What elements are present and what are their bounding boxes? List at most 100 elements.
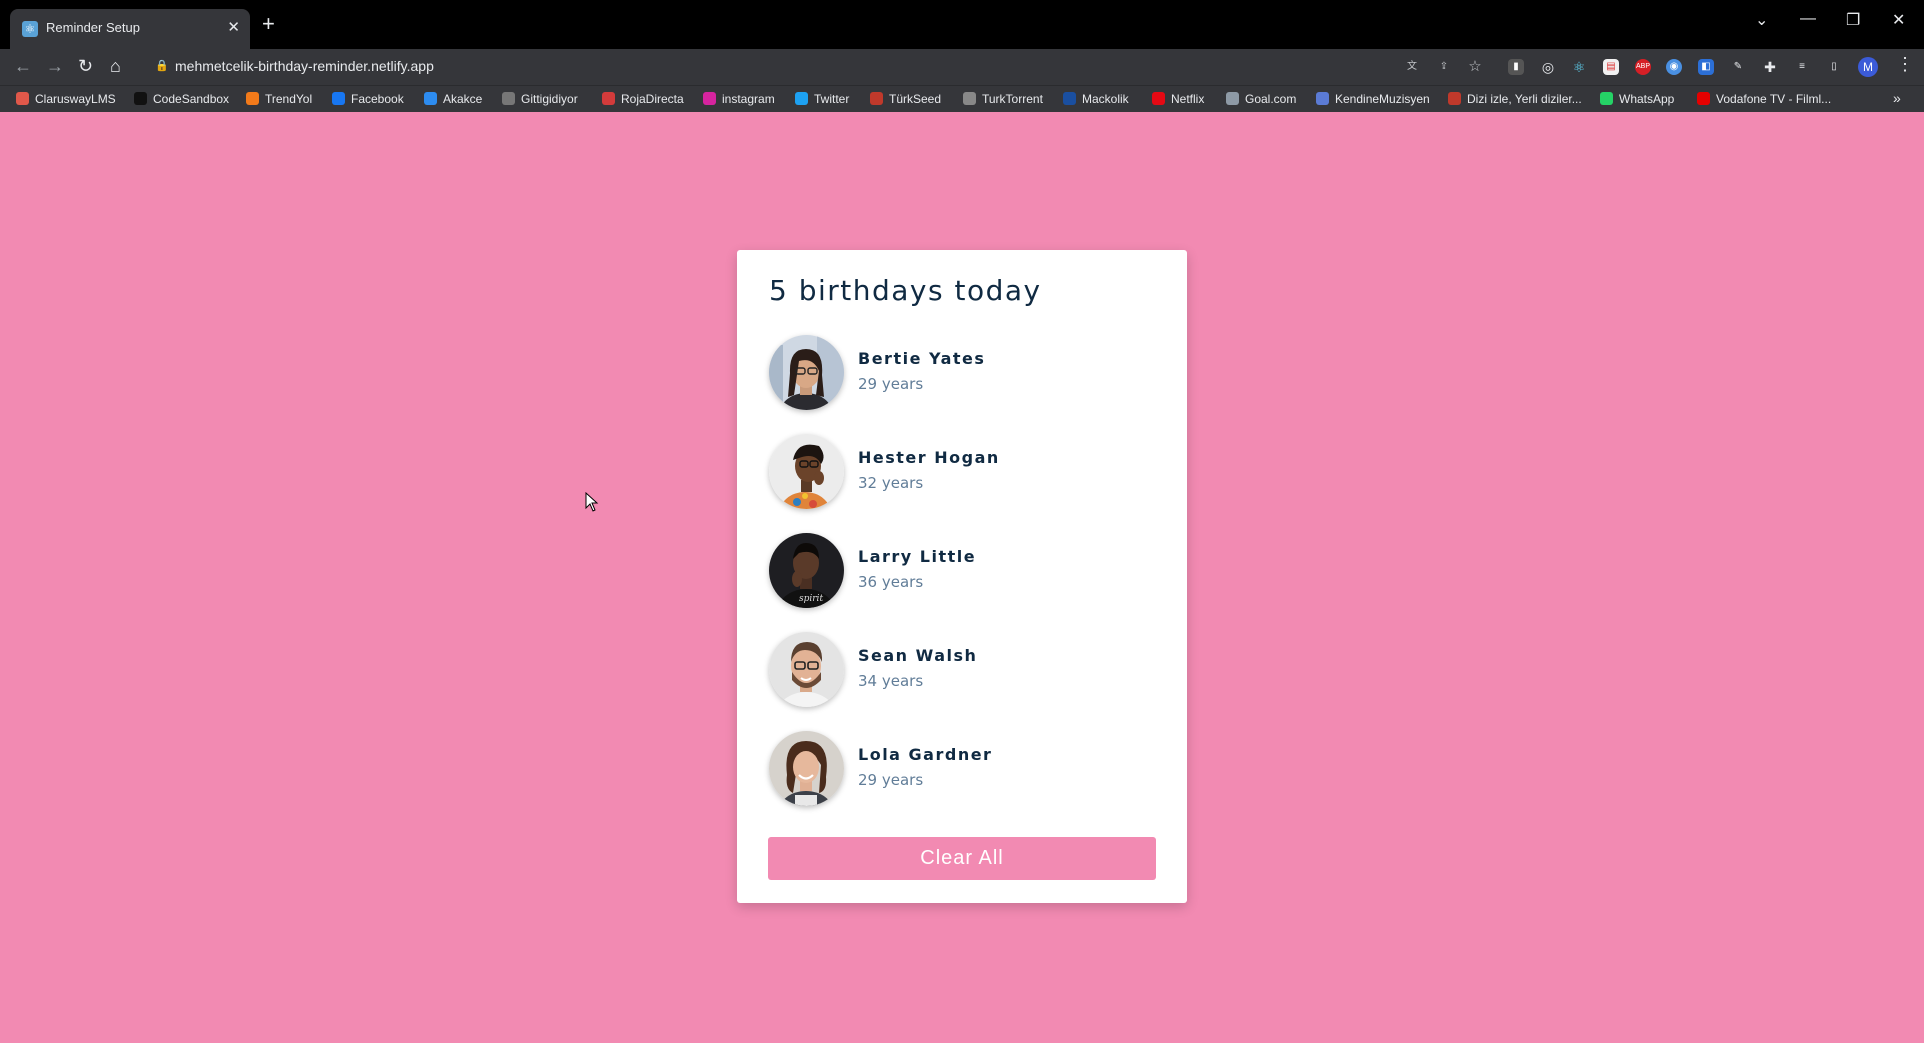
- home-icon[interactable]: ⌂: [110, 56, 121, 77]
- bookmark-item[interactable]: Gittigidiyor: [502, 92, 578, 106]
- bookmark-star-icon[interactable]: ☆: [1467, 59, 1483, 75]
- bookmark-favicon-icon: [332, 92, 345, 105]
- bookmark-label: Facebook: [351, 92, 404, 106]
- bookmark-favicon-icon: [1697, 92, 1710, 105]
- bookmark-favicon-icon: [1600, 92, 1613, 105]
- back-icon[interactable]: ←: [14, 56, 32, 77]
- bookmark-item[interactable]: TrendYol: [246, 92, 312, 106]
- person-age: 29 years: [858, 771, 924, 789]
- browser-tab[interactable]: ⚛ Reminder Setup ✕: [10, 9, 250, 49]
- bookmark-favicon-icon: [703, 92, 716, 105]
- browser-chrome: ⚛ Reminder Setup ✕ + ⌄ — ❐ ✕ ← → ↻ ⌂ 🔒 m…: [0, 0, 1924, 113]
- bookmark-favicon-icon: [424, 92, 437, 105]
- bookmark-item[interactable]: ClaruswayLMS: [16, 92, 116, 106]
- translate-icon[interactable]: 文: [1404, 59, 1420, 75]
- extension-translate-icon[interactable]: ◧: [1698, 59, 1714, 75]
- bookmark-favicon-icon: [134, 92, 147, 105]
- extension-pen-icon[interactable]: ✎: [1730, 59, 1746, 75]
- bookmark-label: Vodafone TV - Filml...: [1716, 92, 1832, 106]
- bookmark-favicon-icon: [602, 92, 615, 105]
- bookmark-label: TrendYol: [265, 92, 313, 106]
- page-title: 5 birthdays today: [769, 274, 1042, 307]
- person-name: Sean Walsh: [858, 646, 978, 665]
- profile-avatar[interactable]: M: [1858, 57, 1878, 77]
- bookmark-item[interactable]: Twitter: [795, 92, 849, 106]
- avatar: [769, 335, 844, 410]
- side-panel-icon[interactable]: ▯: [1826, 59, 1842, 75]
- bookmark-favicon-icon: [963, 92, 976, 105]
- react-devtools-icon[interactable]: ⚛: [1571, 59, 1587, 75]
- bookmark-item[interactable]: Netflix: [1152, 92, 1204, 106]
- bookmark-favicon-icon: [16, 92, 29, 105]
- close-window-icon[interactable]: ✕: [1892, 10, 1905, 30]
- bookmark-item[interactable]: WhatsApp: [1600, 92, 1674, 106]
- avatar: [769, 731, 844, 806]
- tab-strip: ⚛ Reminder Setup ✕ + ⌄ — ❐ ✕: [0, 0, 1924, 49]
- avatar: [769, 434, 844, 509]
- bookmark-label: Mackolik: [1082, 92, 1129, 106]
- media-queue-icon[interactable]: ≡: [1794, 59, 1810, 75]
- extensions-puzzle-icon[interactable]: ✚: [1762, 59, 1778, 75]
- bookmark-favicon-icon: [502, 92, 515, 105]
- bookmark-label: instagram: [722, 92, 775, 106]
- bookmark-favicon-icon: [1226, 92, 1239, 105]
- bookmark-item[interactable]: Facebook: [332, 92, 404, 106]
- bookmark-item[interactable]: TurkTorrent: [963, 92, 1043, 106]
- bookmark-item[interactable]: Goal.com: [1226, 92, 1296, 106]
- bookmark-item[interactable]: Mackolik: [1063, 92, 1129, 106]
- bookmark-favicon-icon: [1448, 92, 1461, 105]
- extension-icon[interactable]: ▮: [1508, 59, 1524, 75]
- address-bar[interactable]: mehmetcelik-birthday-reminder.netlify.ap…: [175, 58, 434, 74]
- avatar: spirit: [769, 533, 844, 608]
- lock-icon: 🔒: [155, 60, 169, 72]
- bookmarks-bar: ClaruswayLMS CodeSandbox TrendYol Facebook A…: [0, 85, 1924, 113]
- person-age: 29 years: [858, 375, 924, 393]
- adblock-icon[interactable]: ABP: [1635, 59, 1651, 75]
- bookmark-item[interactable]: instagram: [703, 92, 775, 106]
- bookmark-favicon-icon: [1063, 92, 1076, 105]
- more-bookmarks-icon[interactable]: »: [1893, 90, 1901, 106]
- tab-search-icon[interactable]: ⌄: [1755, 10, 1768, 30]
- forward-icon[interactable]: →: [46, 56, 64, 77]
- clear-all-button[interactable]: Clear All: [768, 837, 1156, 880]
- share-icon[interactable]: ⇪: [1436, 59, 1452, 75]
- bookmark-item[interactable]: TürkSeed: [870, 92, 941, 106]
- person-name: Bertie Yates: [858, 349, 986, 368]
- extension-globe-icon[interactable]: ◉: [1666, 59, 1682, 75]
- bookmark-favicon-icon: [1316, 92, 1329, 105]
- close-tab-icon[interactable]: ✕: [227, 18, 240, 36]
- restore-icon[interactable]: ❐: [1846, 10, 1860, 30]
- new-tab-icon[interactable]: +: [262, 13, 275, 35]
- bookmark-item[interactable]: RojaDirecta: [602, 92, 684, 106]
- extension-calendar-icon[interactable]: ▤: [1603, 59, 1619, 75]
- bookmark-item[interactable]: Vodafone TV - Filml...: [1697, 92, 1831, 106]
- bookmark-item[interactable]: Akakce: [424, 92, 482, 106]
- person-age: 32 years: [858, 474, 924, 492]
- person-name: Hester Hogan: [858, 448, 1000, 467]
- bookmark-favicon-icon: [246, 92, 259, 105]
- bookmark-label: Goal.com: [1245, 92, 1297, 106]
- browser-toolbar: ← → ↻ ⌂ 🔒 mehmetcelik-birthday-reminder.…: [0, 49, 1924, 85]
- browser-menu-icon[interactable]: ⋮: [1896, 54, 1914, 75]
- svg-text:spirit: spirit: [799, 594, 823, 604]
- list-item: spirit Larry Little 36 years: [769, 533, 1149, 609]
- reload-icon[interactable]: ↻: [78, 56, 93, 77]
- bookmark-label: Dizi izle, Yerli diziler...: [1467, 92, 1582, 106]
- bookmark-favicon-icon: [870, 92, 883, 105]
- bookmark-item[interactable]: KendineMuzisyen: [1316, 92, 1430, 106]
- minimize-icon[interactable]: —: [1800, 10, 1816, 28]
- bookmark-item[interactable]: CodeSandbox: [134, 92, 229, 106]
- list-item: Sean Walsh 34 years: [769, 632, 1149, 708]
- bookmark-label: WhatsApp: [1619, 92, 1675, 106]
- person-name: Larry Little: [858, 547, 977, 566]
- mouse-cursor-icon: [585, 492, 599, 512]
- bookmark-item[interactable]: Dizi izle, Yerli diziler...: [1448, 92, 1582, 106]
- bookmark-label: Akakce: [443, 92, 483, 106]
- react-favicon-icon: ⚛: [22, 21, 38, 37]
- person-age: 36 years: [858, 573, 924, 591]
- person-name: Lola Gardner: [858, 745, 993, 764]
- person-age: 34 years: [858, 672, 924, 690]
- bookmark-label: Twitter: [814, 92, 850, 106]
- list-item: Hester Hogan 32 years: [769, 434, 1149, 510]
- extension-target-icon[interactable]: ◎: [1540, 59, 1556, 75]
